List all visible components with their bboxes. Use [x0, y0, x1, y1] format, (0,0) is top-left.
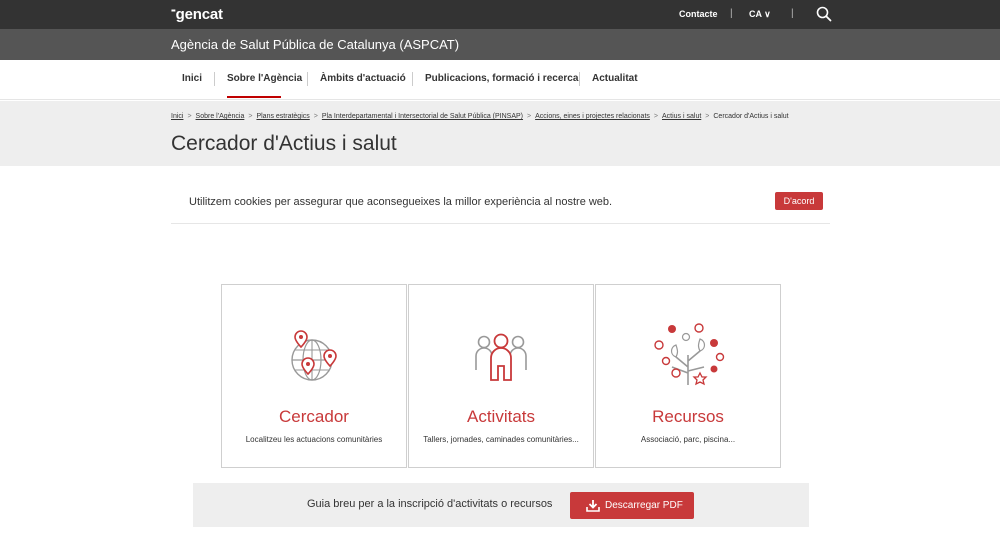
chevron-right-icon: > — [527, 113, 532, 120]
breadcrumb-item[interactable]: Pla Interdepartamental i Intersectorial … — [322, 113, 523, 120]
nav-item-inici[interactable]: Inici — [182, 73, 202, 84]
agency-bar: Agència de Salut Pública de Catalunya (A… — [0, 29, 1000, 60]
card-title[interactable]: Recursos — [596, 407, 780, 427]
breadcrumb-item[interactable]: Inici — [171, 113, 183, 120]
breadcrumb-item[interactable]: Accions, eines i projectes relacionats — [535, 113, 650, 120]
download-pdf-label: Descarregar PDF — [605, 500, 683, 511]
nav-item-publicacions[interactable]: Publicacions, formació i recerca — [425, 73, 578, 84]
cookie-banner: Utilitzem cookies per assegurar que acon… — [171, 181, 830, 224]
active-nav-indicator — [227, 96, 281, 98]
breadcrumb-current: Cercador d'Actius i salut — [713, 113, 789, 120]
cookie-accept-button[interactable]: D'acord — [775, 192, 823, 210]
page-title: Cercador d'Actius i salut — [171, 132, 397, 155]
language-selector[interactable]: CA ∨ — [749, 9, 771, 20]
title-band: Inici > Sobre l'Agència > Plans estratègics >… — [0, 101, 1000, 166]
chevron-right-icon: > — [313, 113, 318, 120]
card-description: Localitzeu les actuacions comunitàries — [245, 435, 383, 444]
main-nav: Inici Sobre l'Agència Àmbits d'actuació … — [0, 60, 1000, 100]
people-group-icon — [475, 333, 527, 381]
chevron-right-icon: > — [248, 113, 253, 120]
breadcrumb-item[interactable]: Actius i salut — [662, 113, 701, 120]
card-activitats[interactable]: Activitats Tallers, jornades, caminades … — [408, 284, 594, 468]
guide-text: Guia breu per a la inscripció d'activita… — [307, 498, 553, 510]
search-icon[interactable] — [816, 6, 832, 22]
card-title[interactable]: Activitats — [409, 407, 593, 427]
resource-tree-icon — [654, 323, 725, 386]
gencat-logo[interactable]: ▪▪gencat — [171, 6, 223, 23]
card-cercador[interactable]: Cercador Localitzeu les actuacions comun… — [221, 284, 407, 468]
nav-divider — [412, 72, 413, 86]
nav-item-ambits[interactable]: Àmbits d'actuació — [320, 73, 406, 84]
card-description: Associació, parc, piscina... — [640, 435, 736, 444]
breadcrumb-item[interactable]: Plans estratègics — [256, 113, 309, 120]
chevron-right-icon: > — [705, 113, 710, 120]
download-icon — [586, 500, 600, 512]
top-bar: ▪▪gencat Contacte | CA ∨ | — [0, 0, 1000, 29]
card-title[interactable]: Cercador — [222, 407, 406, 427]
breadcrumb-item[interactable]: Sobre l'Agència — [196, 113, 245, 120]
card-recursos[interactable]: Recursos Associació, parc, piscina... — [595, 284, 781, 468]
nav-divider — [579, 72, 580, 86]
chevron-right-icon: > — [653, 113, 658, 120]
nav-item-actualitat[interactable]: Actualitat — [592, 73, 638, 84]
contact-link[interactable]: Contacte — [679, 9, 718, 19]
breadcrumb: Inici > Sobre l'Agència > Plans estratègics >… — [171, 113, 789, 120]
guide-band: Guia breu per a la inscripció d'activita… — [193, 483, 809, 527]
cookie-text: Utilitzem cookies per assegurar que acon… — [189, 196, 613, 208]
logo-mark: ▪▪ — [171, 6, 176, 15]
nav-divider — [307, 72, 308, 86]
nav-item-sobre-agencia[interactable]: Sobre l'Agència — [227, 73, 302, 84]
globe-pins-icon — [291, 330, 337, 381]
nav-divider — [214, 72, 215, 86]
top-separator: | — [791, 8, 794, 19]
logo-text: gencat — [175, 6, 223, 23]
download-pdf-button[interactable]: Descarregar PDF — [570, 492, 694, 519]
agency-title[interactable]: Agència de Salut Pública de Catalunya (A… — [171, 37, 459, 52]
chevron-right-icon: > — [187, 113, 192, 120]
top-separator: | — [730, 8, 733, 19]
card-description: Tallers, jornades, caminades comunitàrie… — [423, 435, 579, 444]
